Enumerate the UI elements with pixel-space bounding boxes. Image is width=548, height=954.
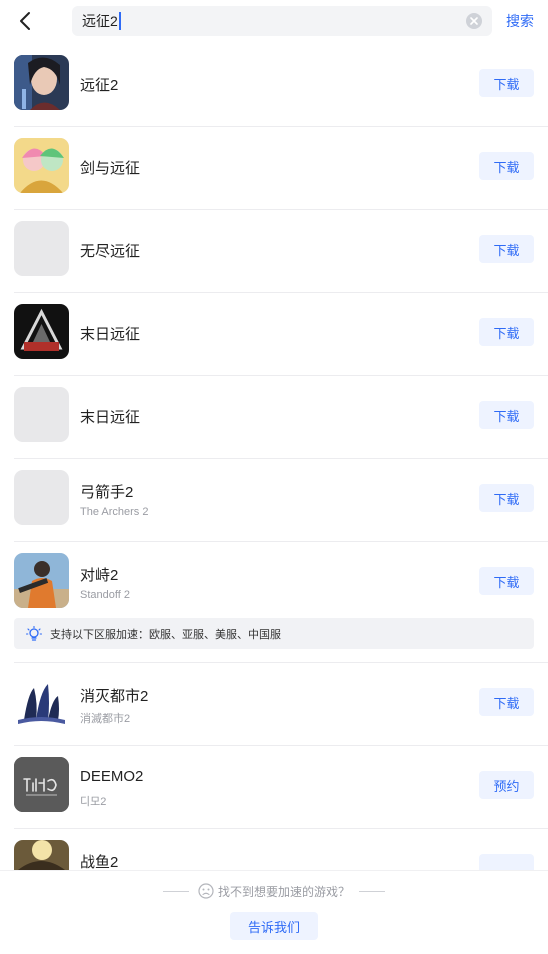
divider: [359, 890, 385, 892]
divider: [162, 890, 189, 892]
game-icon-expedition2: [14, 55, 69, 110]
game-icon-amg: [14, 304, 69, 359]
game-name: 剑与远征: [80, 160, 141, 177]
close-icon: [470, 17, 478, 25]
list-item[interactable]: 末日远征 下载: [0, 376, 548, 459]
game-subtitle: 디모2: [80, 796, 107, 808]
game-icon-shoumetsu: [14, 674, 69, 729]
footer: 找不到想要加速的游戏？ 告诉我们: [0, 870, 548, 954]
download-button[interactable]: [479, 854, 534, 870]
game-name: 末日远征: [80, 409, 141, 426]
region-notice: 支持以下区服加速：欧服、亚服、美服、中国服: [14, 618, 534, 649]
download-button[interactable]: 下载: [479, 567, 534, 595]
list-item[interactable]: 无尽远征 下载: [0, 210, 548, 293]
list-item[interactable]: 远征2 下载: [0, 44, 548, 127]
search-button[interactable]: 搜索: [506, 8, 534, 34]
game-icon-standoff2: [14, 553, 69, 608]
chevron-left-icon: [20, 12, 30, 30]
search-query-text: 远征2: [82, 13, 118, 29]
download-button[interactable]: 下载: [479, 484, 534, 512]
download-button[interactable]: 下载: [479, 401, 534, 429]
list-item[interactable]: 剑与远征 下载: [0, 127, 548, 210]
search-bar: 远征2 搜索: [0, 0, 548, 44]
game-name: 远征2: [80, 77, 119, 94]
search-input[interactable]: 远征2: [72, 6, 492, 36]
game-subtitle: 消滅都市2: [80, 713, 131, 725]
clear-search-button[interactable]: [466, 13, 482, 29]
placeholder-icon: [14, 221, 69, 276]
game-name: 无尽远征: [80, 243, 141, 260]
game-name: 弓箭手2: [80, 484, 134, 501]
list-item[interactable]: 弓箭手2 The Archers 2 下载: [0, 459, 548, 542]
footer-hint: 找不到想要加速的游戏？: [0, 881, 548, 901]
game-name: 末日远征: [80, 326, 141, 343]
region-notice-text: 支持以下区服加速：欧服、亚服、美服、中国服: [50, 628, 281, 641]
download-button[interactable]: 下载: [479, 318, 534, 346]
download-button[interactable]: 下载: [479, 69, 534, 97]
game-name: 消灭都市2: [80, 688, 149, 705]
download-button[interactable]: 下载: [479, 235, 534, 263]
download-button[interactable]: 下载: [479, 688, 534, 716]
game-name: 对峙2: [80, 567, 119, 584]
list-item[interactable]: 消灭都市2 消滅都市2 下载: [0, 663, 548, 746]
game-subtitle: Standoff 2: [80, 589, 130, 601]
list-item[interactable]: 战鱼2: [0, 829, 548, 870]
search-results-list[interactable]: 远征2 下载 剑与远征 下载 无尽远征 下载 末日远征 下载 末日远征 下载 弓…: [0, 44, 548, 870]
list-item[interactable]: 对峙2 Standoff 2 下载 支持以下区服加速：欧服、亚服、美服、中国服: [0, 542, 548, 663]
game-subtitle: The Archers 2: [80, 506, 149, 518]
lightbulb-icon: [26, 625, 42, 641]
placeholder-icon: [14, 470, 69, 525]
game-icon-warfish: [14, 840, 69, 870]
game-name: 战鱼2: [80, 854, 119, 870]
sad-face-icon: [198, 883, 214, 899]
list-item[interactable]: DEEMO2 디모2 预约: [0, 746, 548, 829]
game-name: DEEMO2: [80, 768, 144, 785]
footer-hint-text: 找不到想要加速的游戏？: [217, 884, 350, 899]
tell-us-button[interactable]: 告诉我们: [230, 912, 318, 940]
game-icon-deemo2: [14, 757, 69, 812]
list-item[interactable]: 末日远征 下载: [0, 293, 548, 376]
text-caret: [118, 12, 121, 30]
placeholder-icon: [14, 387, 69, 442]
download-button[interactable]: 下载: [479, 152, 534, 180]
reserve-button[interactable]: 预约: [479, 771, 534, 799]
back-button[interactable]: [12, 8, 38, 34]
game-icon-afk-arena: [14, 138, 69, 193]
